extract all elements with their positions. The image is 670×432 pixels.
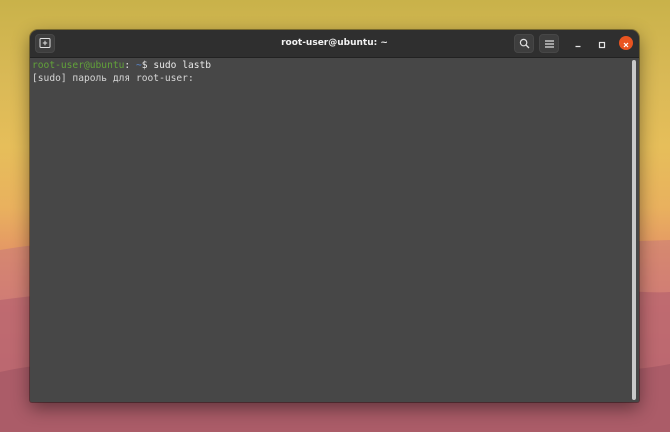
search-icon [519,34,530,53]
terminal-output[interactable]: root-user@ubuntu: ~$ sudo lastb [sudo] п… [30,58,639,402]
scrollbar-thumb[interactable] [632,60,636,400]
prompt-symbol: $ [141,60,154,71]
sudo-password-prompt: [sudo] пароль для root-user: [32,73,194,84]
scrollbar[interactable] [630,58,639,402]
new-tab-button[interactable] [35,34,55,53]
prompt-user-host: root-user@ubuntu [32,60,125,71]
hamburger-menu-icon [544,34,555,53]
minimize-button[interactable] [571,36,585,50]
prompt-path: ~ [130,60,142,71]
close-icon [622,34,630,53]
terminal-window: root-user@ubuntu: ~ root-user@ubuntu: ~$… [30,30,639,402]
maximize-button[interactable] [595,36,609,50]
close-button[interactable] [619,36,633,50]
command-line: root-user@ubuntu: ~$ sudo lastb [32,59,639,72]
command-text: sudo lastb [153,60,212,71]
search-button[interactable] [514,34,534,53]
title-bar[interactable]: root-user@ubuntu: ~ [30,30,639,58]
menu-button[interactable] [539,34,559,53]
minimize-icon [574,34,582,53]
new-tab-icon [39,34,51,53]
maximize-icon [598,34,606,53]
